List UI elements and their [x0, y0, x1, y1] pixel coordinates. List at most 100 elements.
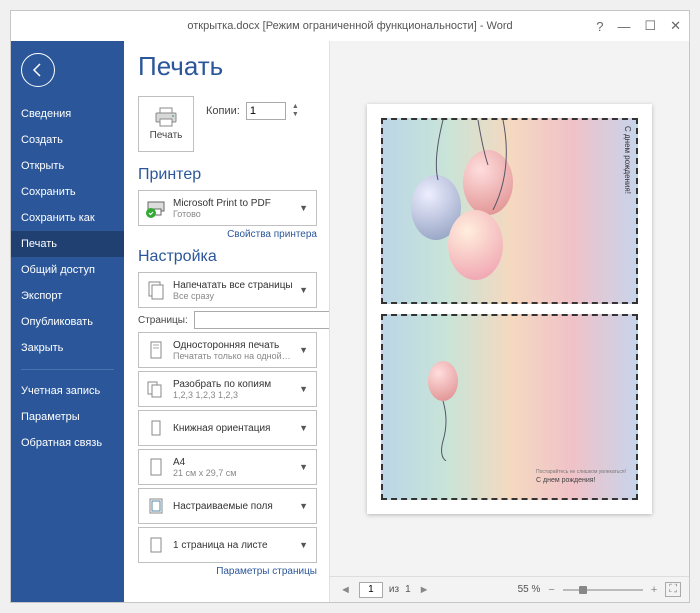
ppp-icon — [145, 534, 167, 556]
sidebar-item-export[interactable]: Экспорт — [11, 283, 124, 309]
body: Сведения Создать Открыть Сохранить Сохра… — [11, 41, 689, 602]
paper-size-dropdown[interactable]: A4 21 см x 29,7 см ▼ — [138, 449, 317, 485]
sidebar-item-new[interactable]: Создать — [11, 127, 124, 153]
portrait-icon — [145, 417, 167, 439]
chevron-down-icon: ▼ — [295, 384, 312, 394]
margins-dropdown[interactable]: Настраиваемые поля ▼ — [138, 488, 317, 524]
chevron-down-icon: ▼ — [295, 345, 312, 355]
back-arrow-icon — [30, 62, 46, 78]
main-area: Печать Печать Копии: ▲ — [124, 41, 689, 602]
page-title: Печать — [138, 51, 317, 82]
balloon-strings-icon — [423, 120, 543, 210]
print-range-line2: Все сразу — [173, 291, 295, 301]
oneside-icon — [145, 339, 167, 361]
maximize-icon[interactable]: ☐ — [644, 18, 656, 34]
page-total: 1 — [405, 584, 411, 595]
collate-dropdown[interactable]: Разобрать по копиям 1,2,3 1,2,3 1,2,3 ▼ — [138, 371, 317, 407]
sidebar-item-print[interactable]: Печать — [11, 231, 124, 257]
zoom-in-button[interactable]: + — [649, 584, 659, 596]
papersize-icon — [145, 456, 167, 478]
card2-small-text: Постарайтесь не слишком увлекаться! — [536, 469, 626, 475]
zoom-label: 55 % — [518, 584, 541, 595]
printer-status-icon — [145, 197, 167, 219]
next-page-button[interactable]: ► — [417, 584, 432, 596]
window-title: открытка.docx [Режим ограниченной функци… — [187, 20, 512, 32]
pages-input[interactable] — [194, 311, 329, 329]
copies-input[interactable] — [246, 102, 286, 120]
duplex-line2: Печатать только на одной… — [173, 351, 295, 361]
sidebar-item-options[interactable]: Параметры — [11, 404, 124, 430]
printer-status: Готово — [173, 209, 295, 219]
printer-dropdown[interactable]: Microsoft Print to PDF Готово ▼ — [138, 190, 317, 226]
sidebar-item-feedback[interactable]: Обратная связь — [11, 430, 124, 456]
pages-row: Страницы: i — [138, 311, 317, 329]
pagespersheet-dropdown[interactable]: 1 страница на листе ▼ — [138, 527, 317, 563]
collate-icon — [145, 378, 167, 400]
orientation-dropdown[interactable]: Книжная ориентация ▼ — [138, 410, 317, 446]
card-back: Постарайтесь не слишком увлекаться! С дн… — [381, 314, 638, 500]
sidebar-item-account[interactable]: Учетная запись — [11, 378, 124, 404]
print-row: Печать Копии: ▲▼ — [138, 96, 317, 152]
chevron-down-icon: ▼ — [295, 540, 312, 550]
titlebar: открытка.docx [Режим ограниченной функци… — [11, 11, 689, 41]
printer-icon — [154, 107, 178, 127]
zoom-slider[interactable] — [563, 589, 643, 591]
print-button[interactable]: Печать — [138, 96, 194, 152]
print-button-label: Печать — [150, 130, 183, 141]
card1-text: С днем рождения! — [623, 126, 632, 194]
card-front: С днем рождения! — [381, 118, 638, 304]
ppp-line1: 1 страница на листе — [173, 540, 295, 551]
prev-page-button[interactable]: ◄ — [338, 584, 353, 596]
printer-section-title: Принтер — [138, 166, 317, 184]
collate-line1: Разобрать по копиям — [173, 379, 295, 390]
orientation-line1: Книжная ориентация — [173, 423, 295, 434]
printer-properties-link[interactable]: Свойства принтера — [138, 229, 317, 240]
zoom-out-button[interactable]: − — [546, 584, 556, 596]
card2-big-text: С днем рождения! — [536, 477, 626, 484]
page-of-label: из — [389, 584, 399, 595]
card2-text-block: Постарайтесь не слишком увлекаться! С дн… — [536, 469, 626, 484]
sidebar-divider — [21, 369, 114, 370]
close-icon[interactable]: ✕ — [670, 18, 681, 34]
preview-panel: С днем рождения! Постарайтесь не слишком… — [329, 41, 689, 602]
back-button[interactable] — [21, 53, 55, 87]
chevron-down-icon: ▼ — [295, 203, 312, 213]
help-icon[interactable]: ? — [596, 19, 603, 34]
window-controls: ? — ☐ ✕ — [596, 18, 681, 34]
sidebar-item-close[interactable]: Закрыть — [11, 335, 124, 361]
margins-icon — [145, 495, 167, 517]
page-number-input[interactable] — [359, 582, 383, 598]
settings-panel: Печать Печать Копии: ▲ — [124, 41, 329, 602]
app-window: открытка.docx [Режим ограниченной функци… — [10, 10, 690, 603]
sidebar-item-info[interactable]: Сведения — [11, 101, 124, 127]
copies-label: Копии: — [206, 105, 240, 117]
duplex-dropdown[interactable]: Односторонняя печать Печатать только на … — [138, 332, 317, 368]
sidebar: Сведения Создать Открыть Сохранить Сохра… — [11, 41, 124, 602]
settings-section-title: Настройка — [138, 248, 317, 266]
zoom-fit-button[interactable]: ⛶ — [665, 582, 681, 597]
paper-size-line2: 21 см x 29,7 см — [173, 468, 295, 478]
collate-line2: 1,2,3 1,2,3 1,2,3 — [173, 390, 295, 400]
duplex-line1: Односторонняя печать — [173, 340, 295, 351]
chevron-down-icon: ▼ — [295, 423, 312, 433]
sidebar-item-share[interactable]: Общий доступ — [11, 257, 124, 283]
chevron-down-icon: ▼ — [295, 285, 312, 295]
sidebar-item-save[interactable]: Сохранить — [11, 179, 124, 205]
page-setup-link[interactable]: Параметры страницы — [138, 566, 317, 577]
chevron-down-icon: ▼ — [295, 462, 312, 472]
sidebar-item-publish[interactable]: Опубликовать — [11, 309, 124, 335]
printer-name: Microsoft Print to PDF — [173, 198, 295, 209]
print-range-dropdown[interactable]: Напечатать все страницы Все сразу ▼ — [138, 272, 317, 308]
margins-line1: Настраиваемые поля — [173, 501, 295, 512]
print-range-line1: Напечатать все страницы — [173, 280, 295, 291]
copies-control: Копии: ▲▼ — [206, 102, 299, 120]
sidebar-item-open[interactable]: Открыть — [11, 153, 124, 179]
sidebar-item-saveas[interactable]: Сохранить как — [11, 205, 124, 231]
pages-label: Страницы: — [138, 315, 188, 326]
balloon-icon — [428, 361, 458, 401]
minimize-icon[interactable]: — — [617, 19, 630, 34]
balloon-string-icon — [441, 401, 451, 461]
preview-area: С днем рождения! Постарайтесь не слишком… — [330, 41, 689, 576]
paper-size-line1: A4 — [173, 457, 295, 468]
copies-spinner[interactable]: ▲▼ — [292, 103, 299, 119]
